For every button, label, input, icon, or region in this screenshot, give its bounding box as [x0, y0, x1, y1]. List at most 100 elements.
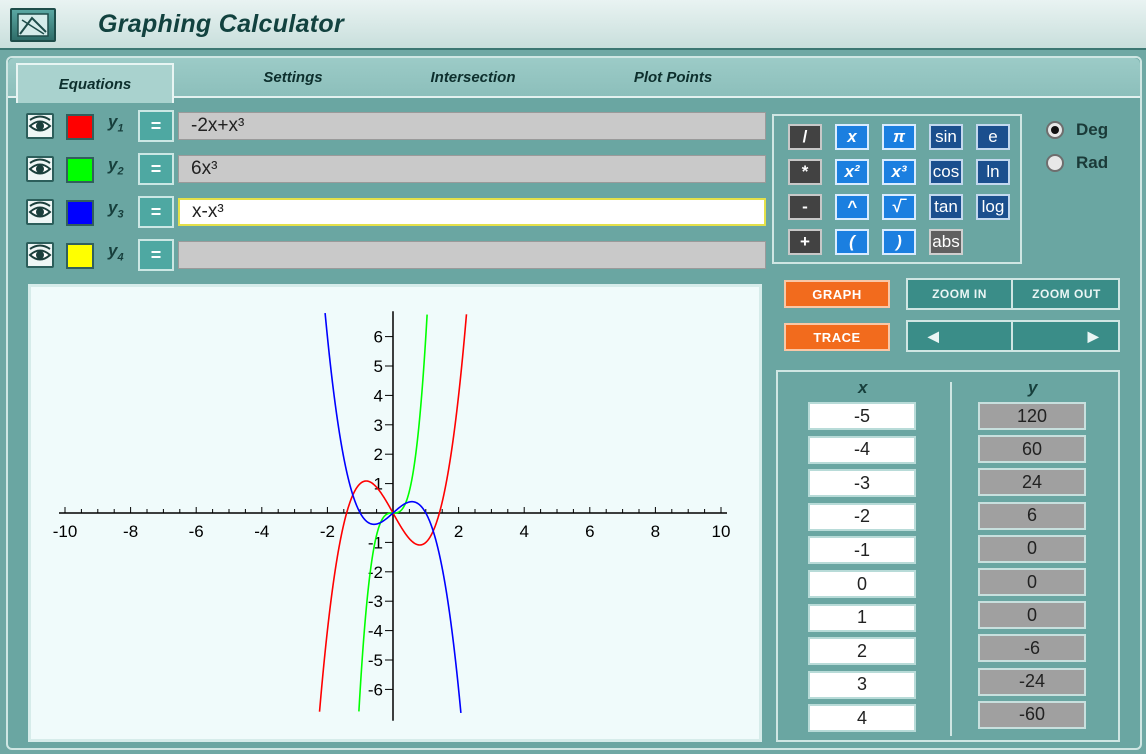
subtract-key[interactable]: - [788, 194, 822, 220]
x-tick-label: -10 [53, 522, 78, 541]
zoom-in-button[interactable]: ZOOM IN [908, 280, 1013, 308]
log-key[interactable]: log [976, 194, 1010, 220]
y-value-cell: -60 [978, 700, 1086, 729]
abs-key[interactable]: abs [929, 229, 963, 255]
equation-row: y2 = 6x³ [26, 153, 766, 187]
sin-key[interactable]: sin [929, 124, 963, 150]
y-tick-label: 2 [374, 445, 383, 464]
x-value-cell[interactable]: -2 [808, 502, 916, 531]
equals-button[interactable]: = [138, 196, 174, 228]
sqrt-key[interactable]: √‾ [882, 194, 916, 220]
x-value-cell[interactable]: -1 [808, 536, 916, 565]
y-tick-label: 1 [374, 475, 383, 494]
calculator-graph-icon [10, 8, 56, 42]
equation-input[interactable]: 6x³ [178, 155, 766, 183]
eye-visibility-icon[interactable] [26, 156, 54, 182]
y-value-cell: 120 [978, 402, 1086, 430]
x-value-cell[interactable]: 4 [808, 704, 916, 733]
power-key[interactable]: ^ [835, 194, 869, 220]
zoom-out-button[interactable]: ZOOM OUT [1014, 280, 1119, 308]
eye-visibility-icon[interactable] [26, 242, 54, 268]
trace-right-button[interactable]: ▶ [1014, 322, 1119, 350]
open-paren-key[interactable]: ( [835, 229, 869, 255]
equals-button[interactable]: = [138, 110, 174, 142]
trace-left-button[interactable]: ◀ [908, 322, 1013, 350]
x-value-cell[interactable]: -4 [808, 435, 916, 464]
color-swatch[interactable] [66, 243, 94, 269]
app-title: Graphing Calculator [98, 10, 345, 38]
values-table: x y -5 120 -4 60 -3 24 -2 6 -1 0 0 0 1 0 2 -6 3 -24 4 -60 [776, 370, 1120, 742]
equation-index: 4 [117, 251, 124, 264]
equation-input[interactable]: -2x+x³ [178, 112, 766, 140]
ln-key[interactable]: ln [976, 159, 1010, 185]
x-tick-label: 6 [585, 522, 594, 541]
equals-button[interactable]: = [138, 239, 174, 271]
equation-label: y1 [108, 112, 124, 134]
x-var-key[interactable]: x [835, 124, 869, 150]
equation-index: 2 [117, 165, 124, 178]
x-tick-label: 8 [651, 522, 660, 541]
x-value-cell[interactable]: 1 [808, 603, 916, 632]
x-value-cell[interactable]: 3 [808, 670, 916, 699]
eye-visibility-icon[interactable] [26, 199, 54, 225]
graph-canvas[interactable]: -10 -8 -6 -4 -2 2 4 6 8 10-6-5-4-3-2-1123456 [31, 287, 759, 739]
x-tick-label: -4 [254, 522, 269, 541]
color-swatch[interactable] [66, 114, 94, 140]
close-paren-key[interactable]: ) [882, 229, 916, 255]
deg-label: Deg [1076, 120, 1109, 139]
graph-panel[interactable]: -10 -8 -6 -4 -2 2 4 6 8 10 -6 -5 -4 -3 -2 -1 1 2 3 4 5 6 [28, 284, 762, 742]
equation-input[interactable] [178, 241, 766, 269]
x-tick-label: -8 [123, 522, 138, 541]
rad-radio[interactable]: Rad [1046, 151, 1142, 175]
x-tick-label: 4 [519, 522, 528, 541]
x-tick-label: -6 [189, 522, 204, 541]
equation-label: y4 [108, 241, 124, 263]
y-tick-label: -3 [368, 592, 383, 611]
equation-index: 1 [117, 122, 124, 135]
equation-input[interactable]: x-x³ [178, 198, 766, 226]
x-column-header: x [858, 378, 868, 397]
y-value-cell: 60 [978, 435, 1086, 464]
deg-radio-dot[interactable] [1046, 121, 1064, 139]
x-tick-label: -2 [320, 522, 335, 541]
y-tick-label: -5 [368, 651, 383, 670]
equation-index: 3 [117, 208, 124, 221]
y-value-cell: -6 [978, 634, 1086, 663]
pi-key[interactable]: π [882, 124, 916, 150]
add-key[interactable]: + [788, 229, 822, 255]
zoom-bar: ZOOM IN ZOOM OUT [906, 278, 1120, 310]
x-value-cell[interactable]: -3 [808, 469, 916, 498]
equation-row: y3 = x-x³ [26, 196, 766, 230]
y-value-cell: 0 [978, 601, 1086, 630]
graph-button[interactable]: GRAPH [784, 280, 890, 308]
tab-plot-points[interactable]: Plot Points [588, 58, 758, 96]
equals-button[interactable]: = [138, 153, 174, 185]
y-tick-label: 4 [374, 386, 383, 405]
tan-key[interactable]: tan [929, 194, 963, 220]
color-swatch[interactable] [66, 157, 94, 183]
x-value-cell[interactable]: 0 [808, 570, 916, 598]
equation-row: y4 = [26, 239, 766, 273]
keypad: / x π sin e * x² x³ cos ln - ^ √‾ tan log + () abs [772, 114, 1022, 264]
y-tick-label: -6 [368, 680, 383, 699]
equation-label: y3 [108, 198, 124, 220]
tab-intersection[interactable]: Intersection [398, 58, 548, 96]
e-const-key[interactable]: e [976, 124, 1010, 150]
x-squared-key[interactable]: x² [835, 159, 869, 185]
tab-equations[interactable]: Equations [16, 63, 174, 103]
x-value-cell[interactable]: 2 [808, 637, 916, 666]
rad-radio-dot[interactable] [1046, 154, 1064, 172]
divide-key[interactable]: / [788, 124, 822, 150]
deg-radio[interactable]: Deg [1046, 118, 1142, 142]
eye-visibility-icon[interactable] [26, 113, 54, 139]
x-cubed-key[interactable]: x³ [882, 159, 916, 185]
y-tick-label: 6 [374, 328, 383, 347]
trace-button[interactable]: TRACE [784, 323, 890, 351]
tab-settings[interactable]: Settings [208, 58, 378, 96]
multiply-key[interactable]: * [788, 159, 822, 185]
y-column-header: y [1028, 378, 1038, 397]
cos-key[interactable]: cos [929, 159, 963, 185]
x-value-cell[interactable]: -5 [808, 402, 916, 430]
color-swatch[interactable] [66, 200, 94, 226]
table-divider [950, 382, 952, 736]
